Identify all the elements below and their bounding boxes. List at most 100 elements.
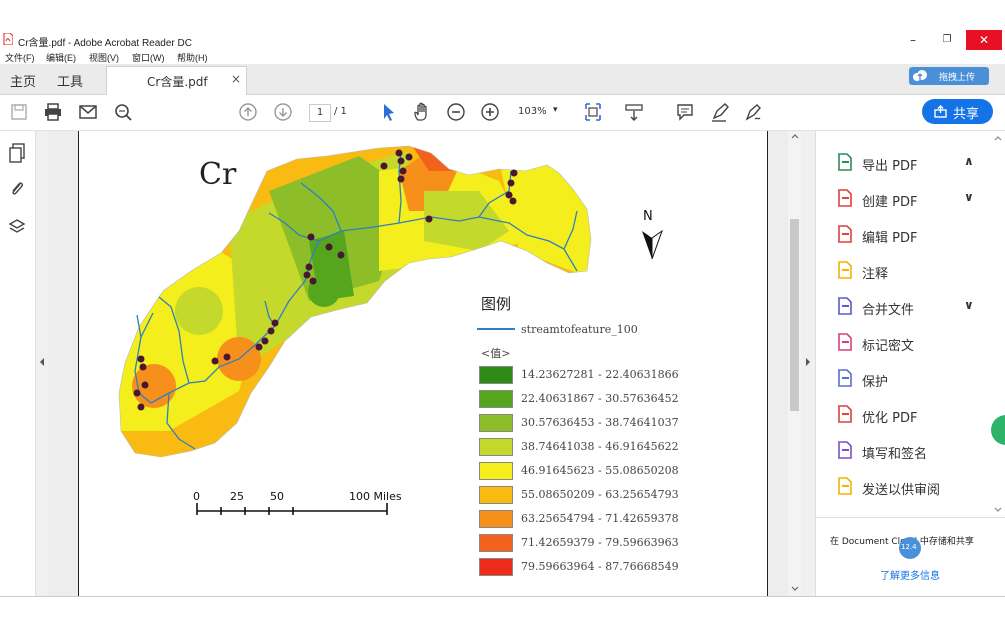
tool-item[interactable]: 注释 bbox=[836, 259, 996, 283]
tools-panel: 导出 PDF ∧ 创建 PDF ∨ 编辑 PDF 注释合并文件 ∨ 标记密文保护优化 PDF 填… bbox=[815, 131, 1005, 596]
tool-item[interactable]: 导出 PDF ∧ bbox=[836, 151, 996, 175]
tool-item[interactable]: 合并文件 ∨ bbox=[836, 295, 996, 319]
scroll-down-icon[interactable] bbox=[791, 586, 799, 592]
tab-document-label: Cr含量.pdf bbox=[147, 75, 208, 89]
scale-label-0: 0 bbox=[193, 490, 200, 503]
scale-label-100: 100 Miles bbox=[349, 490, 402, 503]
zoom-dropdown-icon[interactable]: ▾ bbox=[553, 105, 558, 115]
legend-class-label: 79.59663964 - 87.76668549 bbox=[521, 560, 679, 573]
legend-class-label: 63.25654794 - 71.42659378 bbox=[521, 512, 679, 525]
fit-page-icon[interactable] bbox=[582, 101, 604, 123]
legend-stream-label: streamtofeature_100 bbox=[521, 323, 638, 336]
tab-document[interactable]: Cr含量.pdf × bbox=[106, 66, 247, 95]
left-panel-toggle[interactable] bbox=[36, 131, 48, 596]
legend-class-label: 14.23627281 - 22.40631866 bbox=[521, 368, 679, 381]
hand-tool-icon[interactable] bbox=[411, 101, 433, 123]
tool-icon bbox=[838, 297, 852, 315]
tool-item[interactable]: 保护 bbox=[836, 367, 996, 391]
collapse-right-icon bbox=[806, 358, 810, 366]
right-panel-toggle[interactable] bbox=[801, 131, 815, 596]
tool-label: 保护 bbox=[862, 375, 889, 390]
tool-expand-icon[interactable]: ∨ bbox=[964, 190, 974, 204]
badge: 12.4 bbox=[899, 537, 921, 559]
tab-home[interactable]: 主页 bbox=[10, 71, 36, 90]
legend-swatch bbox=[479, 558, 513, 576]
map-figure bbox=[118, 145, 663, 515]
save-icon[interactable] bbox=[8, 101, 30, 123]
tab-close-icon[interactable]: × bbox=[231, 72, 241, 86]
left-nav-panel bbox=[0, 131, 36, 596]
page-total: / 1 bbox=[334, 106, 347, 117]
tools-panel-scrollbar[interactable] bbox=[992, 131, 1004, 516]
legend-title: 图例 bbox=[481, 295, 512, 313]
tool-item[interactable]: 填写和签名 bbox=[836, 439, 996, 463]
tool-item[interactable]: 优化 PDF bbox=[836, 403, 996, 427]
minimize-button[interactable]: – bbox=[896, 30, 930, 50]
tool-item[interactable]: 发送以供审阅 bbox=[836, 475, 996, 499]
print-icon[interactable] bbox=[42, 101, 64, 123]
scale-label-50: 50 bbox=[270, 490, 284, 503]
vertical-scrollbar[interactable] bbox=[788, 131, 801, 596]
upload-label: 拖拽上传 bbox=[939, 73, 976, 83]
tool-item[interactable]: 编辑 PDF bbox=[836, 223, 996, 247]
tool-icon bbox=[838, 333, 852, 351]
interpolated-surface bbox=[119, 146, 591, 457]
page-down-icon[interactable] bbox=[272, 101, 294, 123]
share-button[interactable]: 共享 bbox=[922, 99, 993, 124]
zoom-in-icon[interactable] bbox=[479, 101, 501, 123]
legend-class-label: 38.74641038 - 46.91645622 bbox=[521, 440, 679, 453]
sign-icon[interactable] bbox=[743, 101, 765, 123]
tool-icon bbox=[838, 369, 852, 387]
tool-label: 编辑 PDF bbox=[862, 231, 918, 246]
pages-icon[interactable] bbox=[8, 143, 26, 163]
layers-icon[interactable] bbox=[8, 217, 26, 237]
search-icon[interactable] bbox=[112, 101, 134, 123]
menu-window[interactable]: 窗口(W) bbox=[132, 51, 165, 64]
mail-icon[interactable] bbox=[77, 101, 99, 123]
tool-expand-icon[interactable]: ∨ bbox=[964, 298, 974, 312]
tool-item[interactable]: 创建 PDF ∨ bbox=[836, 187, 996, 211]
tools-scroll-down-icon[interactable] bbox=[994, 507, 1002, 513]
legend-swatch bbox=[479, 534, 513, 552]
tool-label: 注释 bbox=[862, 267, 889, 282]
scroll-up-icon[interactable] bbox=[791, 133, 799, 139]
attachment-icon[interactable] bbox=[8, 179, 26, 199]
tool-icon bbox=[838, 405, 852, 423]
close-window-button[interactable]: ✕ bbox=[966, 30, 1002, 50]
scale-bar bbox=[196, 503, 388, 515]
legend-swatch bbox=[479, 486, 513, 504]
highlight-pen-icon[interactable] bbox=[709, 101, 731, 123]
badge-label: 12.4 bbox=[901, 543, 917, 551]
legend-swatch bbox=[479, 510, 513, 528]
restore-button[interactable]: ❐ bbox=[930, 30, 964, 50]
north-label: N bbox=[643, 209, 653, 224]
pdf-page: Cr N 图例 streamtofeature_100 <值> 14.23627… bbox=[78, 131, 768, 596]
tab-tools[interactable]: 工具 bbox=[57, 71, 83, 90]
bottom-area bbox=[0, 596, 1005, 629]
select-cursor-icon[interactable] bbox=[377, 101, 399, 123]
tools-scroll-up-icon[interactable] bbox=[994, 135, 1002, 141]
tool-item[interactable]: 标记密文 bbox=[836, 331, 996, 355]
page-number-input[interactable]: 1 bbox=[309, 104, 331, 122]
tool-label: 创建 PDF bbox=[862, 195, 918, 210]
title-bar: Cr含量.pdf - Adobe Acrobat Reader DC – ❐ ✕ bbox=[0, 30, 1005, 50]
zoom-out-icon[interactable] bbox=[445, 101, 467, 123]
legend-swatch bbox=[479, 390, 513, 408]
upload-button[interactable]: 拖拽上传 bbox=[909, 67, 989, 85]
zoom-level[interactable]: 103% bbox=[518, 106, 547, 117]
scrollbar-thumb[interactable] bbox=[790, 219, 799, 411]
tool-expand-icon[interactable]: ∧ bbox=[964, 154, 974, 168]
learn-more-link[interactable]: 了解更多信息 bbox=[880, 567, 940, 582]
scroll-mode-icon[interactable] bbox=[623, 101, 645, 123]
tool-label: 标记密文 bbox=[862, 339, 915, 354]
legend-swatch bbox=[479, 414, 513, 432]
comment-icon[interactable] bbox=[674, 101, 696, 123]
menu-file[interactable]: 文件(F) bbox=[5, 51, 35, 64]
menu-view[interactable]: 视图(V) bbox=[89, 51, 119, 64]
menu-edit[interactable]: 编辑(E) bbox=[46, 51, 76, 64]
legend-value-label: <值> bbox=[481, 347, 511, 360]
page-up-icon[interactable] bbox=[237, 101, 259, 123]
tool-icon bbox=[838, 153, 852, 171]
legend-swatch bbox=[479, 462, 513, 480]
menu-help[interactable]: 帮助(H) bbox=[177, 51, 208, 64]
